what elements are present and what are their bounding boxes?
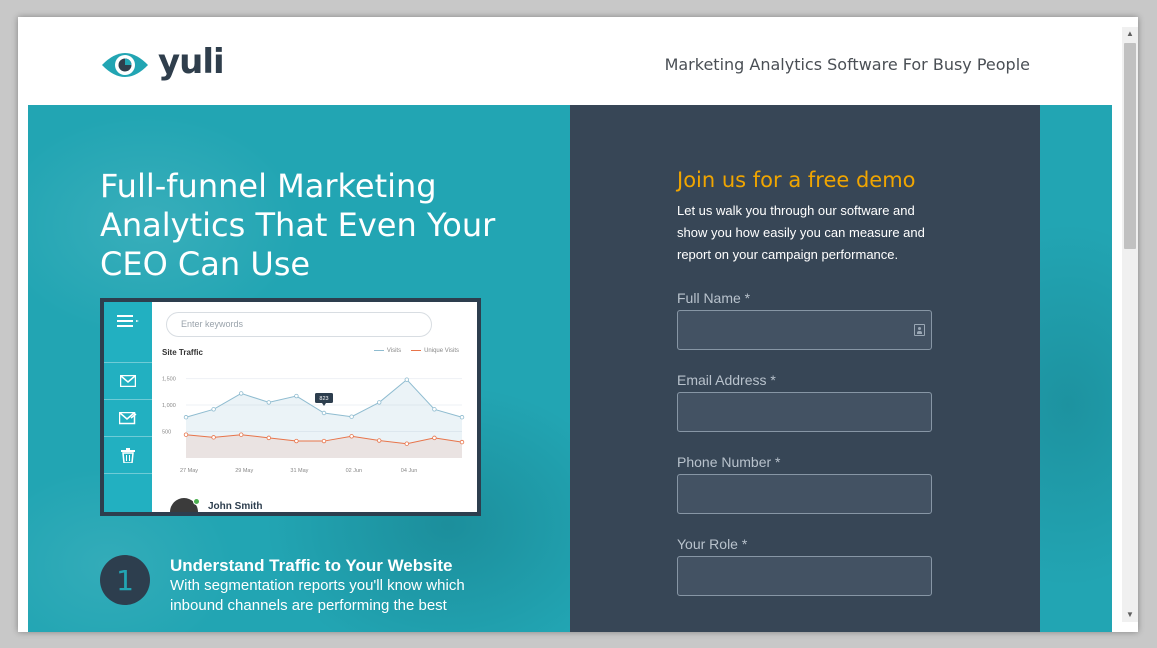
data-point [294,438,299,444]
data-point [294,393,299,399]
email-input[interactable] [678,393,931,431]
sidebar-item-empty [104,473,152,510]
mockup-sidebar [104,302,152,512]
vertical-scrollbar[interactable]: ▲ ▼ [1122,27,1138,622]
hero-headline: Full-funnel Marketing Analytics That Eve… [100,167,496,283]
form-subtitle: Let us walk you through our software and… [677,203,925,262]
trash-icon [104,436,152,473]
y-tick-label: 1,000 [162,403,176,409]
avatar [170,498,200,512]
x-tick-label: 04 Jun [401,468,418,474]
data-point [266,435,271,441]
data-point [211,435,216,440]
scroll-up-arrow-icon[interactable]: ▲ [1122,27,1138,41]
full-name-field: Full Name * [677,290,932,350]
data-point [459,439,465,445]
role-field: Your Role * [677,536,932,596]
data-point [349,414,354,419]
brand-name: yuli [158,42,225,82]
full-name-label: Full Name * [677,290,751,306]
phone-input[interactable] [678,475,931,513]
data-point [432,435,437,441]
form-title: Join us for a free demo [677,168,916,192]
dashboard-mockup: Enter keywords Site Traffic Visits Uniqu… [100,298,481,516]
data-point [459,415,465,420]
tagline: Marketing Analytics Software For Busy Pe… [664,55,1030,74]
data-point [266,400,271,405]
y-tick-label: 1,500 [162,377,176,383]
feature-number-badge: 1 [100,555,150,605]
x-tick-label: 02 Jun [346,468,363,474]
chart-tooltip-value: 823 [319,396,328,402]
phone-input-wrap [677,474,932,514]
email-label: Email Address * [677,372,776,388]
x-tick-label: 27 May [180,468,198,474]
data-point [349,434,354,439]
email-field: Email Address * [677,372,932,432]
mail-send-icon [104,399,152,436]
role-input[interactable] [678,557,931,595]
data-point [321,410,327,416]
phone-label: Phone Number * [677,454,781,470]
data-point [238,432,244,437]
y-tick-label: 500 [162,430,171,436]
data-point [321,438,327,444]
data-point [404,377,409,382]
feature-text: Understand Traffic to Your Website With … [170,555,470,616]
mockup-user: John Smith [170,498,262,512]
contact-card-icon [914,324,925,336]
data-point [183,415,189,420]
mockup-search-input: Enter keywords [166,312,432,337]
logo[interactable]: yuli [100,42,225,83]
full-name-input-wrap [677,310,932,350]
feature-description: With segmentation reports you'll know wh… [170,577,465,614]
data-point [238,391,244,396]
mockup-chart-legend: Visits Unique Visits [373,348,459,354]
mockup-user-name: John Smith [208,500,263,512]
eye-logo-icon [102,53,148,77]
demo-form-panel: Join us for a free demo Let us walk you … [570,105,1040,632]
feature-title: Understand Traffic to Your Website [170,556,453,575]
legend-visits: Visits [373,348,401,354]
site-traffic-chart: 1,500 1,000 500 27 May 29 May 31 May 02 Jun 04 … [162,377,465,474]
feature-item: 1 Understand Traffic to Your Website Wit… [100,555,470,616]
mockup-chart-title: Site Traffic [162,348,203,357]
role-label: Your Role * [677,536,748,552]
data-point [376,438,382,443]
site-header: yuli Marketing Analytics Software For Bu… [18,17,1112,105]
legend-unique-visits: Unique Visits [411,348,459,354]
dashboard-mockup-screen: Enter keywords Site Traffic Visits Uniqu… [104,302,477,512]
online-status-dot [193,498,200,505]
x-tick-label: 31 May [290,468,308,474]
x-tick-label: 29 May [235,468,253,474]
role-input-wrap [677,556,932,596]
phone-field: Phone Number * [677,454,932,514]
email-input-wrap [677,392,932,432]
data-point [404,441,409,446]
data-point [183,432,189,437]
scroll-thumb[interactable] [1124,43,1136,249]
menu-icon [104,302,152,339]
full-name-input[interactable] [678,311,931,349]
data-point [432,407,437,412]
data-point [376,400,382,405]
mail-icon [104,362,152,399]
data-point [211,407,216,412]
browser-window: yuli Marketing Analytics Software For Bu… [18,17,1138,632]
scroll-down-arrow-icon[interactable]: ▼ [1122,608,1138,622]
